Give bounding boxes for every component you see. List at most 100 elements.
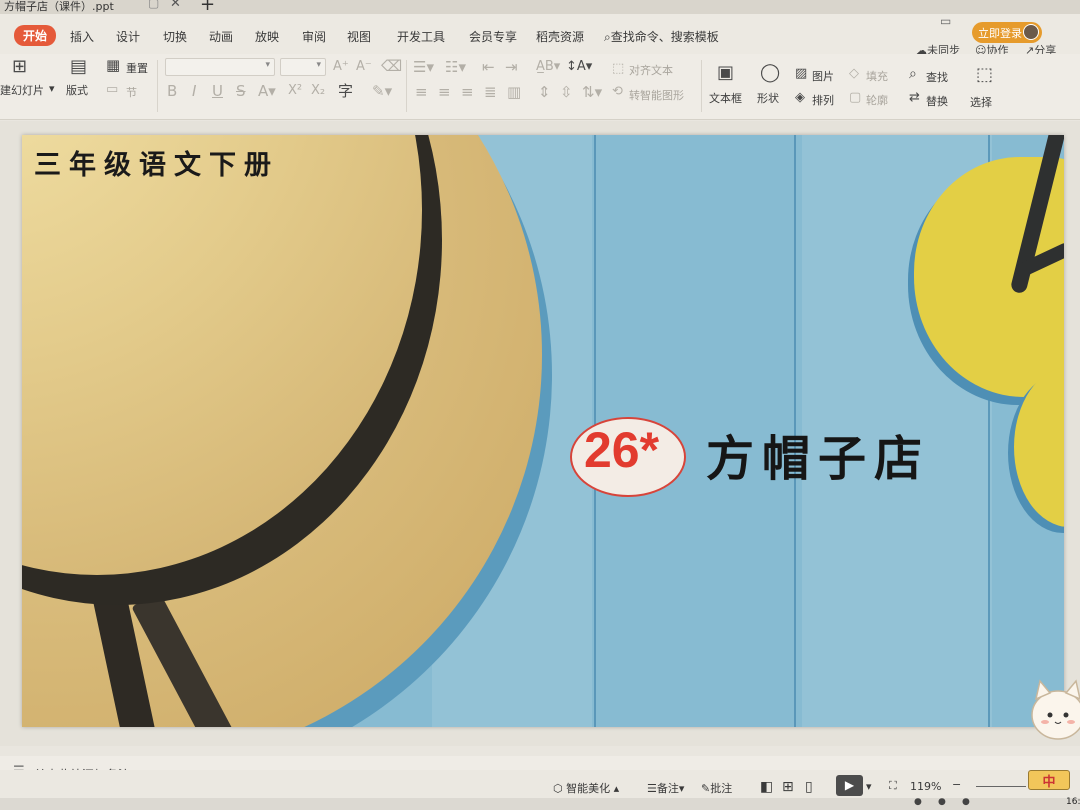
layout-button[interactable]: 版式 xyxy=(66,82,88,98)
numbered-list-icon[interactable]: ☷▾ xyxy=(445,60,466,75)
smart-art-button[interactable]: 转智能图形 xyxy=(629,87,684,103)
subscript-icon[interactable]: X₂ xyxy=(311,84,325,97)
bold-icon[interactable]: B xyxy=(167,84,177,99)
lesson-title[interactable]: 方帽子店 xyxy=(706,419,930,489)
increase-indent-icon[interactable]: ⇥ xyxy=(505,60,518,75)
tab-review[interactable]: 审阅 xyxy=(302,28,326,45)
smart-beautify-button[interactable]: ⬡ 智能美化 ▴ xyxy=(553,780,619,796)
align-left-icon[interactable]: ≡ xyxy=(415,85,428,100)
justify-icon[interactable]: ≣ xyxy=(484,85,497,100)
shape-icon[interactable]: ◯ xyxy=(760,64,780,82)
zoom-slider[interactable] xyxy=(976,786,1026,787)
new-slide-button[interactable]: 建幻灯片 xyxy=(0,82,44,98)
clock: 16: xyxy=(1066,797,1080,807)
ime-indicator[interactable]: 中 xyxy=(1028,770,1070,790)
find-button[interactable]: 查找 xyxy=(926,69,948,85)
notes-toggle-button[interactable]: ☰备注▾ xyxy=(647,780,684,796)
tab-design[interactable]: 设计 xyxy=(116,28,140,45)
document-tab[interactable]: 方帽子店（课件）.ppt xyxy=(4,0,114,14)
layout-icon[interactable]: ▤ xyxy=(70,58,87,76)
textbox-button[interactable]: 文本框 xyxy=(709,90,742,106)
picture-icon[interactable]: ▨ xyxy=(795,67,807,80)
textbox-icon[interactable]: ▣ xyxy=(717,64,734,82)
play-slideshow-button[interactable]: ▶ xyxy=(836,775,863,796)
font-color-icon[interactable]: A▾ xyxy=(258,84,276,99)
align-text-button[interactable]: 对齐文本 xyxy=(629,62,673,78)
comment-button[interactable]: ✎批注 xyxy=(701,780,732,796)
increase-font-icon[interactable]: A⁺ xyxy=(333,60,349,73)
tab-home[interactable]: 开始 xyxy=(14,25,57,46)
reset-icon[interactable]: ▦ xyxy=(106,58,120,73)
fill-icon[interactable]: ◇ xyxy=(849,67,859,80)
zoom-level[interactable]: 119% xyxy=(910,780,941,793)
restore-window-icon[interactable]: ▭ xyxy=(940,14,951,28)
arrange-button[interactable]: 排列 xyxy=(812,92,834,108)
replace-icon[interactable]: ⇄ xyxy=(909,91,920,104)
shape-button[interactable]: 形状 xyxy=(757,90,779,106)
slide-subject-heading[interactable]: 三年级语文下册 xyxy=(34,143,279,182)
strikethrough-icon[interactable]: S xyxy=(236,84,246,99)
smart-art-icon[interactable]: ⟲ xyxy=(612,85,623,98)
lesson-number[interactable]: 26* xyxy=(584,421,659,479)
highlight-icon[interactable]: ✎▾ xyxy=(372,84,392,99)
decrease-font-icon[interactable]: A⁻ xyxy=(356,60,372,73)
decrease-indent-icon[interactable]: ⇤ xyxy=(482,60,495,75)
tab-close-icon[interactable]: ✕ xyxy=(170,0,181,11)
clear-format-icon[interactable]: ⌫ xyxy=(381,59,402,74)
tab-view[interactable]: 视图 xyxy=(347,28,371,45)
login-button[interactable]: 立即登录 xyxy=(972,22,1042,43)
slide-editor-canvas[interactable]: 三年级语文下册 26* 方帽子店 xyxy=(0,121,1080,746)
bullet-list-icon[interactable]: ☰▾ xyxy=(413,60,434,75)
fit-window-icon[interactable]: ⛶ xyxy=(889,779,897,793)
outline-button[interactable]: 轮廓 xyxy=(866,92,888,108)
reading-view-icon[interactable]: ▯ xyxy=(805,779,813,795)
align-right-icon[interactable]: ≡ xyxy=(461,85,474,100)
align-text-icon[interactable]: ⬚ xyxy=(612,62,624,75)
taskbar-tray-icon[interactable]: ● xyxy=(938,797,946,807)
section-button[interactable]: 节 xyxy=(126,84,137,100)
outline-icon[interactable]: ▢ xyxy=(849,91,861,104)
superscript-icon[interactable]: X² xyxy=(288,84,302,97)
zoom-out-button[interactable]: − xyxy=(952,778,961,791)
align-center-icon[interactable]: ≡ xyxy=(438,85,451,100)
tab-docer[interactable]: 稻壳资源 xyxy=(536,28,584,45)
tab-insert[interactable]: 插入 xyxy=(70,28,94,45)
new-tab-icon[interactable]: + xyxy=(200,0,215,14)
line-height-icon[interactable]: ⇅▾ xyxy=(582,85,602,100)
select-icon[interactable]: ⬚ xyxy=(976,66,993,84)
tab-transition[interactable]: 切换 xyxy=(163,28,187,45)
picture-button[interactable]: 图片 xyxy=(812,68,834,84)
arrange-icon[interactable]: ◈ xyxy=(795,91,805,104)
char-spacing-icon[interactable]: 字 xyxy=(338,84,353,99)
tab-developer[interactable]: 开发工具 xyxy=(397,28,445,45)
taskbar-tray-icon[interactable]: ● xyxy=(962,797,970,807)
text-direction-icon[interactable]: A̲B▾ xyxy=(536,60,560,73)
font-family-select[interactable]: ▾ xyxy=(165,58,275,76)
replace-button[interactable]: 替换 xyxy=(926,93,948,109)
cat-mascot-icon[interactable] xyxy=(1026,675,1080,765)
normal-view-icon[interactable]: ◧ xyxy=(760,779,773,795)
command-search[interactable]: ⌕查找命令、搜索模板 xyxy=(604,28,719,45)
find-icon[interactable]: ⌕ xyxy=(909,67,917,81)
slide-sorter-icon[interactable]: ⊞ xyxy=(782,779,794,795)
slide-1[interactable]: 三年级语文下册 26* 方帽子店 xyxy=(22,135,1064,727)
new-slide-icon[interactable]: ⊞ xyxy=(12,58,27,76)
section-icon[interactable]: ▭ xyxy=(106,83,118,96)
columns-icon[interactable]: ⇳ xyxy=(560,85,573,100)
tab-slideshow[interactable]: 放映 xyxy=(255,28,279,45)
select-button[interactable]: 选择 xyxy=(970,94,992,110)
new-slide-caret[interactable]: ▾ xyxy=(49,82,55,95)
font-size-select[interactable]: ▾ xyxy=(280,58,326,76)
paragraph-spacing-icon[interactable]: ⇕ xyxy=(538,85,551,100)
taskbar-tray-icon[interactable]: ● xyxy=(914,797,922,807)
reset-button[interactable]: 重置 xyxy=(126,60,148,76)
comment-label: 批注 xyxy=(710,782,733,795)
tab-animation[interactable]: 动画 xyxy=(209,28,233,45)
line-spacing-icon[interactable]: ↕A▾ xyxy=(566,60,592,73)
fill-button[interactable]: 填充 xyxy=(866,68,888,84)
underline-icon[interactable]: U xyxy=(212,84,223,99)
play-options-caret[interactable]: ▾ xyxy=(866,780,872,793)
distribute-icon[interactable]: ▥ xyxy=(507,85,521,100)
tab-member[interactable]: 会员专享 xyxy=(469,28,517,45)
italic-icon[interactable]: I xyxy=(192,84,196,99)
